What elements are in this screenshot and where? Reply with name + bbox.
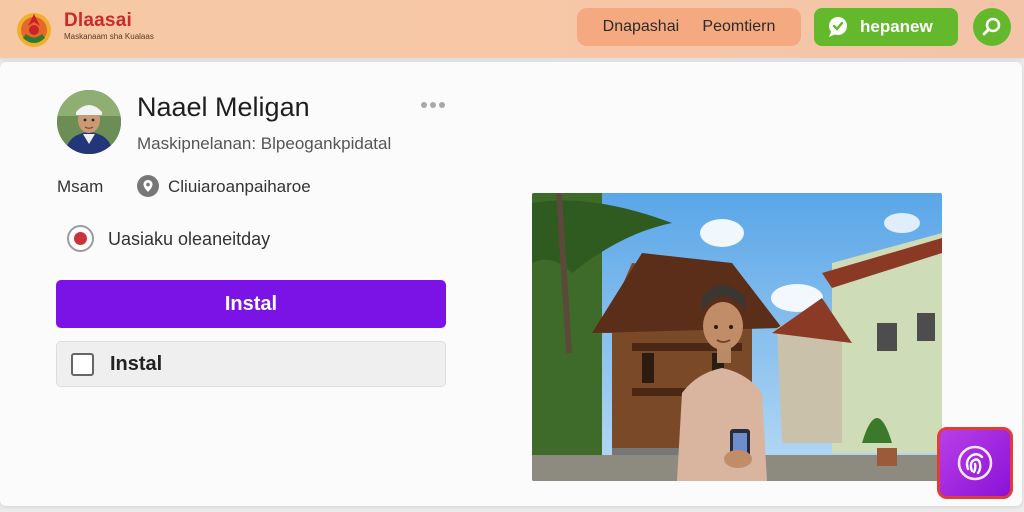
profile-subtitle: Maskipnelanan: Blpeogankpidatal: [137, 134, 392, 153]
nav-link-2[interactable]: Peomtiern: [702, 18, 775, 36]
search-button[interactable]: [973, 8, 1011, 46]
option-radio[interactable]: [67, 225, 94, 252]
install-button[interactable]: Instal: [56, 280, 446, 328]
brand-name: Dlaasai: [64, 10, 132, 31]
village-scene-image: [532, 193, 942, 481]
emblem-logo-icon[interactable]: [14, 8, 54, 50]
fingerprint-icon: [957, 445, 993, 481]
install-checkbox-label: Instal: [110, 352, 163, 375]
radio-selected-dot: [74, 232, 87, 245]
floating-action-button[interactable]: [937, 427, 1013, 499]
profile-name: Naael Meligan: [137, 92, 310, 122]
meta-value: Cliuiaroanpaiharoe: [168, 177, 311, 196]
nav-menu: Dnapashai Peomtiern: [577, 8, 801, 46]
feature-photo: [532, 193, 942, 481]
cta-button[interactable]: hepanew: [814, 8, 958, 46]
location-icon: [137, 175, 159, 197]
avatar[interactable]: [57, 90, 121, 154]
search-icon: [982, 17, 1001, 36]
cta-label: hepanew: [860, 17, 933, 36]
brand-tagline: Maskanaam sha Kualaas: [64, 32, 154, 41]
chat-bubble-icon: [829, 17, 847, 37]
install-checkbox[interactable]: [71, 352, 94, 376]
meta-label: Msam: [57, 177, 104, 196]
top-header: Dlaasai Maskanaam sha Kualaas Dnapashai …: [0, 0, 1024, 58]
option-label[interactable]: Uasiaku oleaneitday: [108, 229, 270, 250]
avatar-photo: [57, 90, 121, 154]
install-checkbox-row[interactable]: Instal: [56, 341, 446, 387]
more-dots-icon[interactable]: [420, 100, 446, 110]
nav-link-1[interactable]: Dnapashai: [603, 18, 680, 36]
